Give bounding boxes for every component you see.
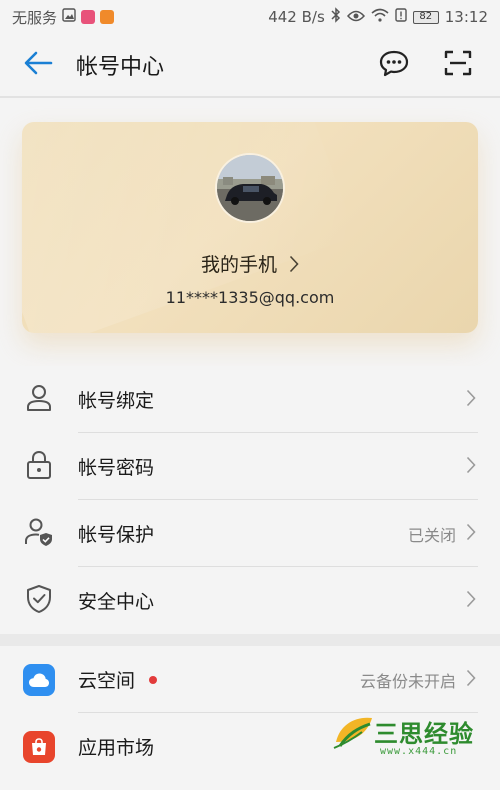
person-shield-icon	[24, 517, 54, 551]
chat-bubble-icon	[379, 49, 409, 81]
list-item-cloud-space[interactable]: 云空间 云备份未开启	[0, 646, 500, 713]
message-button[interactable]	[374, 45, 414, 85]
arrow-left-icon	[23, 50, 53, 80]
eye-icon	[346, 8, 365, 26]
wifi-icon	[371, 8, 389, 26]
scan-button[interactable]	[438, 45, 478, 85]
section-separator	[0, 634, 500, 646]
list-item-label: 帐号保护	[78, 524, 155, 546]
status-left: 无服务	[12, 7, 115, 28]
leaf-logo-icon	[332, 712, 376, 756]
list-item-label: 帐号绑定	[78, 390, 155, 412]
scan-icon	[444, 49, 472, 81]
app-market-icon	[23, 730, 55, 763]
image-notification-icon	[62, 8, 76, 26]
chevron-right-icon	[466, 456, 476, 478]
watermark-text: 三思经验	[374, 720, 474, 748]
profile-email: 11****1335@qq.com	[165, 288, 335, 307]
account-settings-list: 帐号绑定 帐号密码 帐号保护 已关闭 安全中心	[0, 366, 500, 634]
chevron-right-icon	[466, 389, 476, 411]
list-item-label: 帐号密码	[78, 457, 155, 479]
clock-time: 13:12	[444, 8, 488, 26]
car-photo-icon	[217, 155, 283, 221]
video-notification-icon	[100, 10, 115, 24]
list-item-value: 已关闭	[407, 525, 456, 545]
profile-name-link[interactable]: 我的手机	[22, 250, 478, 278]
alert-icon	[395, 8, 407, 26]
list-item-security-center[interactable]: 安全中心	[0, 567, 500, 634]
header-actions	[374, 45, 500, 85]
profile-card[interactable]: 我的手机 11****1335@qq.com	[22, 122, 478, 333]
cloud-icon	[23, 663, 55, 696]
list-item-value: 云备份未开启	[359, 671, 456, 691]
chevron-right-icon	[466, 669, 476, 691]
chevron-right-icon	[289, 255, 299, 278]
shield-check-icon	[25, 584, 53, 618]
list-item-label: 应用市场	[78, 737, 155, 759]
chevron-right-icon	[466, 590, 476, 612]
bluetooth-icon	[331, 7, 341, 27]
watermark: 三思经验 www.x444.cn	[330, 708, 490, 768]
status-bar: 无服务 442 B/s 82 13:12	[0, 0, 500, 34]
list-item-account-protection[interactable]: 帐号保护 已关闭	[0, 500, 500, 567]
profile-name: 我的手机	[200, 254, 277, 276]
chevron-right-icon	[466, 523, 476, 545]
app-header: 帐号中心	[0, 34, 500, 98]
notification-dot	[149, 675, 158, 684]
page-title: 帐号中心	[76, 55, 165, 80]
network-speed: 442 B/s	[268, 8, 325, 26]
list-item-account-password[interactable]: 帐号密码	[0, 433, 500, 500]
person-icon	[25, 384, 53, 416]
list-item-account-binding[interactable]: 帐号绑定	[0, 366, 500, 433]
carrier-text: 无服务	[12, 8, 58, 27]
list-item-label: 云空间	[78, 670, 136, 692]
battery-indicator: 82	[412, 10, 439, 24]
list-item-label: 安全中心	[78, 591, 155, 613]
watermark-url: www.x444.cn	[380, 746, 458, 757]
status-right: 442 B/s 82 13:12	[268, 7, 488, 27]
avatar[interactable]	[217, 155, 283, 221]
calendar-notification-icon	[81, 10, 96, 24]
back-button[interactable]	[0, 33, 76, 97]
lock-icon	[25, 450, 53, 484]
